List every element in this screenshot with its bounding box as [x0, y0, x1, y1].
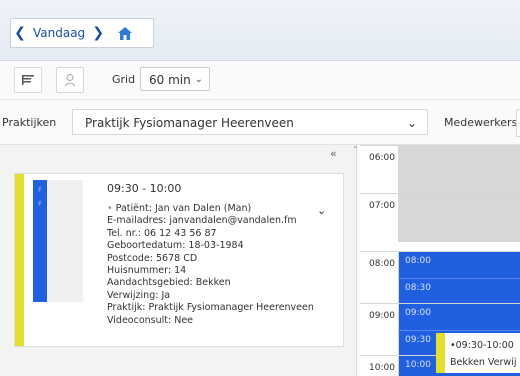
date-navigator: ❮ Vandaag ❯: [10, 18, 154, 48]
appointment-time-text: 09:30-10:00: [455, 340, 514, 351]
list-view-button[interactable]: [14, 67, 42, 93]
verwijzing-line: Verwijzing: Ja: [107, 289, 171, 301]
calendar-appointment-time: •09:30-10:00: [450, 340, 514, 351]
blue-mark: F: [37, 200, 43, 208]
praktijken-label: Praktijken: [2, 116, 57, 129]
videoconsult-line: Videoconsult: Nee: [107, 314, 194, 326]
praktijk-line: Praktijk: Praktijk Fysiomanager Heerenve…: [107, 302, 314, 314]
calendar-slot[interactable]: 09:00: [398, 304, 520, 330]
calendar-slot[interactable]: 08:30: [398, 278, 520, 304]
huisnummer-line: Huisnummer: 14: [107, 265, 187, 277]
chevron-down-icon: ⌄: [406, 116, 417, 130]
chevron-right-icon[interactable]: ❯: [89, 19, 107, 47]
appointment-time: 09:30 - 10:00: [107, 182, 182, 195]
calendar-grid: 06:00 07:00 08:00 08:00 08:30 09:00 09:0…: [360, 145, 520, 376]
hour-label: 10:00: [369, 363, 395, 373]
chevron-left-icon[interactable]: ❮: [11, 19, 29, 47]
chevron-down-icon[interactable]: ⌄: [317, 204, 326, 217]
today-button[interactable]: Vandaag: [29, 26, 89, 40]
grid-label: Grid: [112, 73, 136, 86]
calendar-appointment-sub: Bekken Verwij: [450, 357, 517, 368]
slot-label: 09:00: [405, 308, 431, 318]
appointment-blue-marker: F F: [33, 180, 47, 302]
hour-row-0800: 08:00 08:00 08:30: [360, 251, 520, 304]
hour-label: 09:00: [369, 311, 395, 321]
hour-label: 06:00: [369, 153, 395, 163]
aandachtsgebied-line: Aandachtsgebied: Bekken: [107, 277, 231, 289]
patient-line: Patiënt: Jan van Dalen (Man): [115, 203, 252, 214]
calendar-slot[interactable]: 08:00: [398, 252, 520, 278]
home-icon[interactable]: [115, 23, 135, 43]
collapse-panel-icon[interactable]: «: [330, 147, 337, 160]
grid-select[interactable]: 60 min ⌄: [140, 67, 210, 91]
calendar-cell[interactable]: [398, 146, 520, 194]
hour-row-0600: 06:00: [360, 145, 520, 194]
grid-select-value: 60 min: [149, 73, 191, 87]
postcode-line: Postcode: 5678 CD: [107, 252, 198, 264]
slot-label: 08:30: [405, 283, 431, 293]
appointment-color-bar: [15, 174, 24, 346]
blue-mark: F: [37, 186, 43, 194]
toolbar: Grid 60 min ⌄: [0, 61, 520, 100]
praktijken-select[interactable]: Praktijk Fysiomanager Heerenveen ⌄: [72, 109, 428, 135]
email-line: E-mailadres: janvandalen@vandalen.fm: [107, 215, 297, 227]
appointment-card[interactable]: F F 09:30 - 10:00 ⌄ • Patiënt: Jan van D…: [14, 173, 344, 347]
scroll-up-icon[interactable]: ⌃: [352, 145, 359, 154]
hour-row-0700: 07:00: [360, 193, 520, 242]
medewerkers-select[interactable]: [516, 109, 520, 137]
list-icon: [22, 75, 34, 85]
slot-label: 08:00: [405, 256, 431, 266]
app-frame: ❮ Vandaag ❯ Grid 60 min ⌄ Praktijken Pra…: [0, 0, 520, 376]
top-navbar: ❮ Vandaag ❯: [0, 0, 520, 61]
medewerkers-label: Medewerkers: [444, 116, 518, 129]
tel-line: Tel. nr.: 06 12 43 56 87: [107, 227, 217, 239]
hour-label: 07:00: [369, 201, 395, 211]
appointment-color-bar: [436, 333, 445, 373]
filter-row: Praktijken Praktijk Fysiomanager Heerenv…: [0, 100, 520, 145]
hour-label: 08:00: [369, 259, 395, 269]
appointment-details: • Patiënt: Jan van Dalen (Man) E-mailadr…: [107, 203, 314, 327]
praktijken-select-value: Praktijk Fysiomanager Heerenveen: [85, 116, 294, 130]
bullet-icon: •: [107, 203, 113, 214]
chevron-down-icon: ⌄: [194, 74, 203, 85]
calendar-appointment[interactable]: •09:30-10:00 Bekken Verwij: [436, 333, 520, 373]
user-button[interactable]: [56, 67, 84, 93]
birthdate-line: Geboortedatum: 18-03-1984: [107, 240, 244, 252]
user-icon: [64, 74, 76, 87]
calendar-cell[interactable]: [398, 194, 520, 242]
